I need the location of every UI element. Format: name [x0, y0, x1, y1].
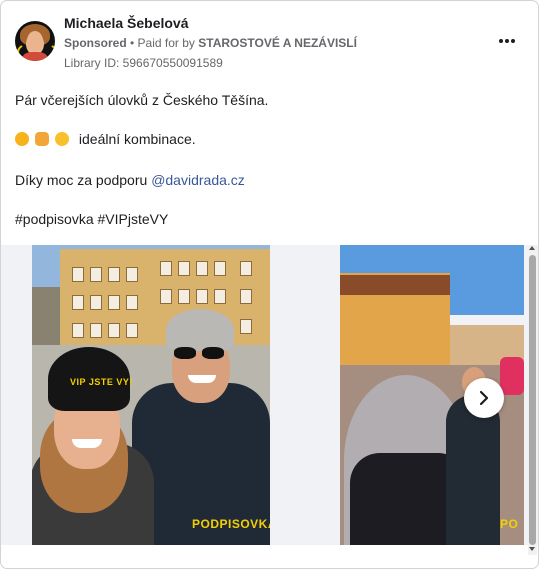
more-options-icon[interactable]	[497, 31, 517, 51]
scrollbar-thumb[interactable]	[529, 255, 536, 545]
ad-card: Michaela Šebelová Sponsored • Paid for b…	[0, 0, 539, 569]
writing-hand-emoji-icon	[35, 132, 49, 146]
scroll-down-arrow-icon[interactable]	[529, 547, 535, 551]
post-line-2: ideální kombinace.	[15, 131, 196, 147]
post-line-2-text: ideální kombinace.	[78, 131, 196, 147]
post-line-3: Díky moc za podporu @davidrada.cz	[15, 172, 245, 188]
advertiser-name[interactable]: Michaela Šebelová	[64, 15, 189, 31]
hat-text: VIP JSTE VY!	[70, 377, 133, 387]
avatar[interactable]	[15, 21, 55, 61]
carousel-slide-1[interactable]: VIP JSTE VY! PODPISOVKA	[32, 245, 270, 545]
paid-for-prefix: • Paid for by	[130, 36, 195, 50]
post-line-1: Pár včerejších úlovků z Českého Těšína.	[15, 92, 269, 108]
next-slide-button[interactable]	[464, 378, 504, 418]
mention-link[interactable]: @davidrada.cz	[151, 172, 245, 188]
paid-for-by: STAROSTOVÉ A NEZÁVISLÍ	[198, 36, 357, 50]
smiling-face-emoji-icon	[55, 132, 69, 146]
sponsored-line: Sponsored • Paid for by STAROSTOVÉ A NEZ…	[64, 36, 357, 50]
library-id: Library ID: 596670550091589	[64, 56, 223, 70]
sun-emoji-icon	[15, 132, 29, 146]
post-hashtags[interactable]: #podpisovka #VIPjsteVY	[15, 211, 168, 227]
scrollbar[interactable]	[528, 245, 537, 555]
podpisovka-logo-2: PO	[500, 517, 519, 531]
media-carousel[interactable]: VIP JSTE VY! PODPISOVKA PO	[1, 245, 538, 545]
podpisovka-logo: PODPISOVKA	[192, 517, 270, 531]
chevron-right-icon	[479, 390, 489, 406]
scroll-up-arrow-icon[interactable]	[529, 246, 535, 250]
sponsored-label: Sponsored	[64, 36, 127, 50]
post-line-3-prefix: Díky moc za podporu	[15, 172, 148, 188]
